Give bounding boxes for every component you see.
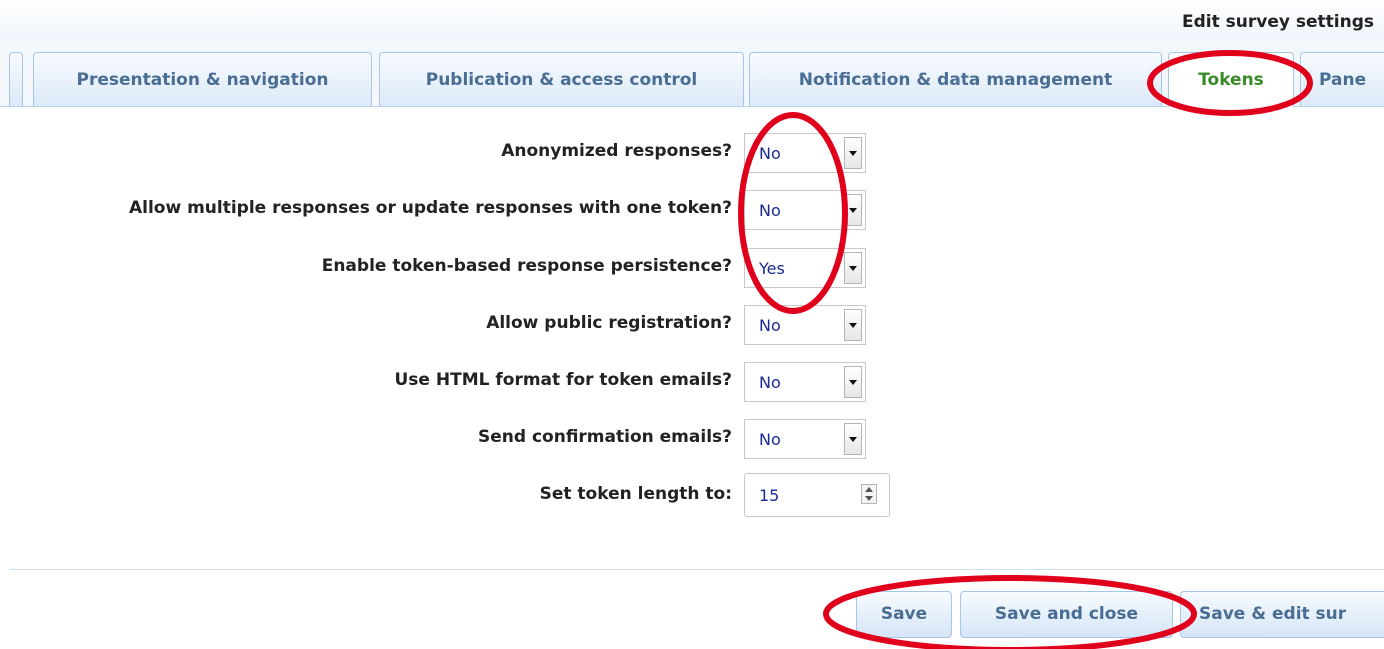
save-and-close-button[interactable]: Save and close [960,591,1173,638]
select-allow-multiple-responses[interactable]: No [744,190,866,230]
tab-notification-data-management[interactable]: Notification & data management [749,52,1162,106]
header-bar: Edit survey settings [0,0,1384,42]
select-token-persistence[interactable]: Yes [744,248,866,288]
dropdown-arrow-icon[interactable] [844,137,862,169]
spinner-down-icon[interactable] [865,496,873,501]
select-confirmation-emails[interactable]: No [744,419,866,459]
select-anonymized-responses[interactable]: No [744,133,866,173]
select-value: No [759,373,781,392]
label-token-persistence: Enable token-based response persistence? [321,256,732,276]
select-value: No [759,316,781,335]
select-value: Yes [759,259,785,278]
dropdown-arrow-icon[interactable] [844,366,862,398]
dropdown-arrow-icon[interactable] [844,252,862,284]
tab-presentation-navigation[interactable]: Presentation & navigation [33,52,372,106]
label-confirmation-emails: Send confirmation emails? [478,427,732,447]
page-title: Edit survey settings [1182,12,1374,32]
save-button[interactable]: Save [856,591,952,638]
label-anonymized-responses: Anonymized responses? [501,141,732,161]
token-length-value: 15 [759,486,780,505]
token-length-spinner[interactable]: 15 [744,473,890,517]
tab-panels-clipped[interactable]: Pane [1300,52,1384,106]
select-value: No [759,201,781,220]
select-value: No [759,430,781,449]
label-html-token-emails: Use HTML format for token emails? [394,370,733,390]
select-public-registration[interactable]: No [744,305,866,345]
label-allow-multiple-responses: Allow multiple responses or update respo… [128,198,732,218]
label-public-registration: Allow public registration? [486,313,732,333]
spinner-arrows-icon[interactable] [861,484,877,504]
tab-previous-clipped[interactable] [9,52,23,106]
dropdown-arrow-icon[interactable] [844,309,862,341]
save-and-edit-button[interactable]: Save & edit sur [1180,591,1384,638]
dropdown-arrow-icon[interactable] [844,423,862,455]
label-token-length: Set token length to: [539,484,732,504]
spinner-up-icon[interactable] [865,487,873,492]
dropdown-arrow-icon[interactable] [844,194,862,226]
tab-publication-access-control[interactable]: Publication & access control [379,52,744,106]
select-value: No [759,144,781,163]
footer-divider [10,569,1384,570]
select-html-token-emails[interactable]: No [744,362,866,402]
tab-tokens[interactable]: Tokens [1168,52,1294,107]
